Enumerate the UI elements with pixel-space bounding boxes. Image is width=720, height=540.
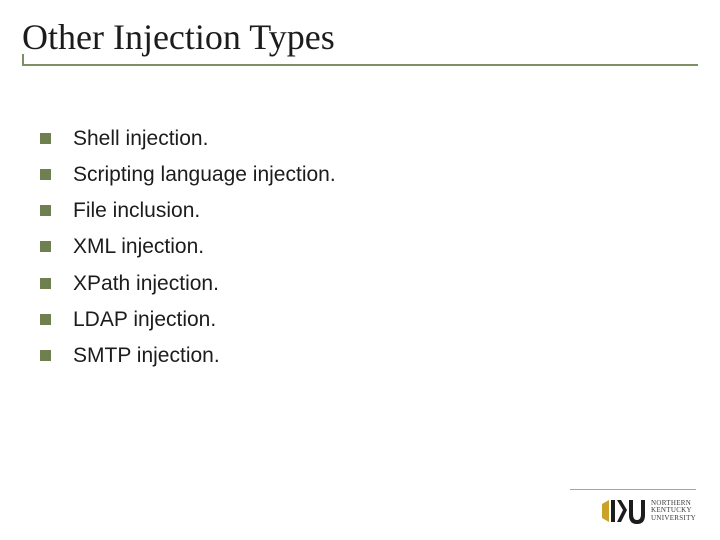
square-bullet-icon <box>40 278 51 289</box>
list-item-text: LDAP injection. <box>73 307 216 333</box>
list-item-text: XML injection. <box>73 234 204 260</box>
list-item-text: File inclusion. <box>73 198 200 224</box>
list-item-text: SMTP injection. <box>73 343 220 369</box>
square-bullet-icon <box>40 350 51 361</box>
title-underline-tick <box>22 54 24 66</box>
list-item: LDAP injection. <box>40 307 698 333</box>
list-item: XPath injection. <box>40 271 698 297</box>
list-item: Scripting language injection. <box>40 162 698 188</box>
bullet-list: Shell injection. Scripting language inje… <box>22 126 698 370</box>
page-title: Other Injection Types <box>22 18 698 58</box>
list-item: XML injection. <box>40 234 698 260</box>
nku-logo-icon <box>601 498 645 524</box>
logo-mark: NORTHERN KENTUCKY UNIVERSITY <box>601 498 696 524</box>
list-item: SMTP injection. <box>40 343 698 369</box>
footer-divider <box>570 489 696 490</box>
list-item-text: Scripting language injection. <box>73 162 336 188</box>
square-bullet-icon <box>40 205 51 216</box>
list-item-text: XPath injection. <box>73 271 219 297</box>
title-container: Other Injection Types <box>22 18 698 66</box>
square-bullet-icon <box>40 241 51 252</box>
logo-text-line: UNIVERSITY <box>651 515 696 522</box>
slide: Other Injection Types Shell injection. S… <box>0 0 720 540</box>
square-bullet-icon <box>40 314 51 325</box>
list-item: Shell injection. <box>40 126 698 152</box>
logo-text: NORTHERN KENTUCKY UNIVERSITY <box>651 500 696 522</box>
square-bullet-icon <box>40 133 51 144</box>
list-item-text: Shell injection. <box>73 126 208 152</box>
square-bullet-icon <box>40 169 51 180</box>
list-item: File inclusion. <box>40 198 698 224</box>
footer-logo: NORTHERN KENTUCKY UNIVERSITY <box>601 498 696 524</box>
